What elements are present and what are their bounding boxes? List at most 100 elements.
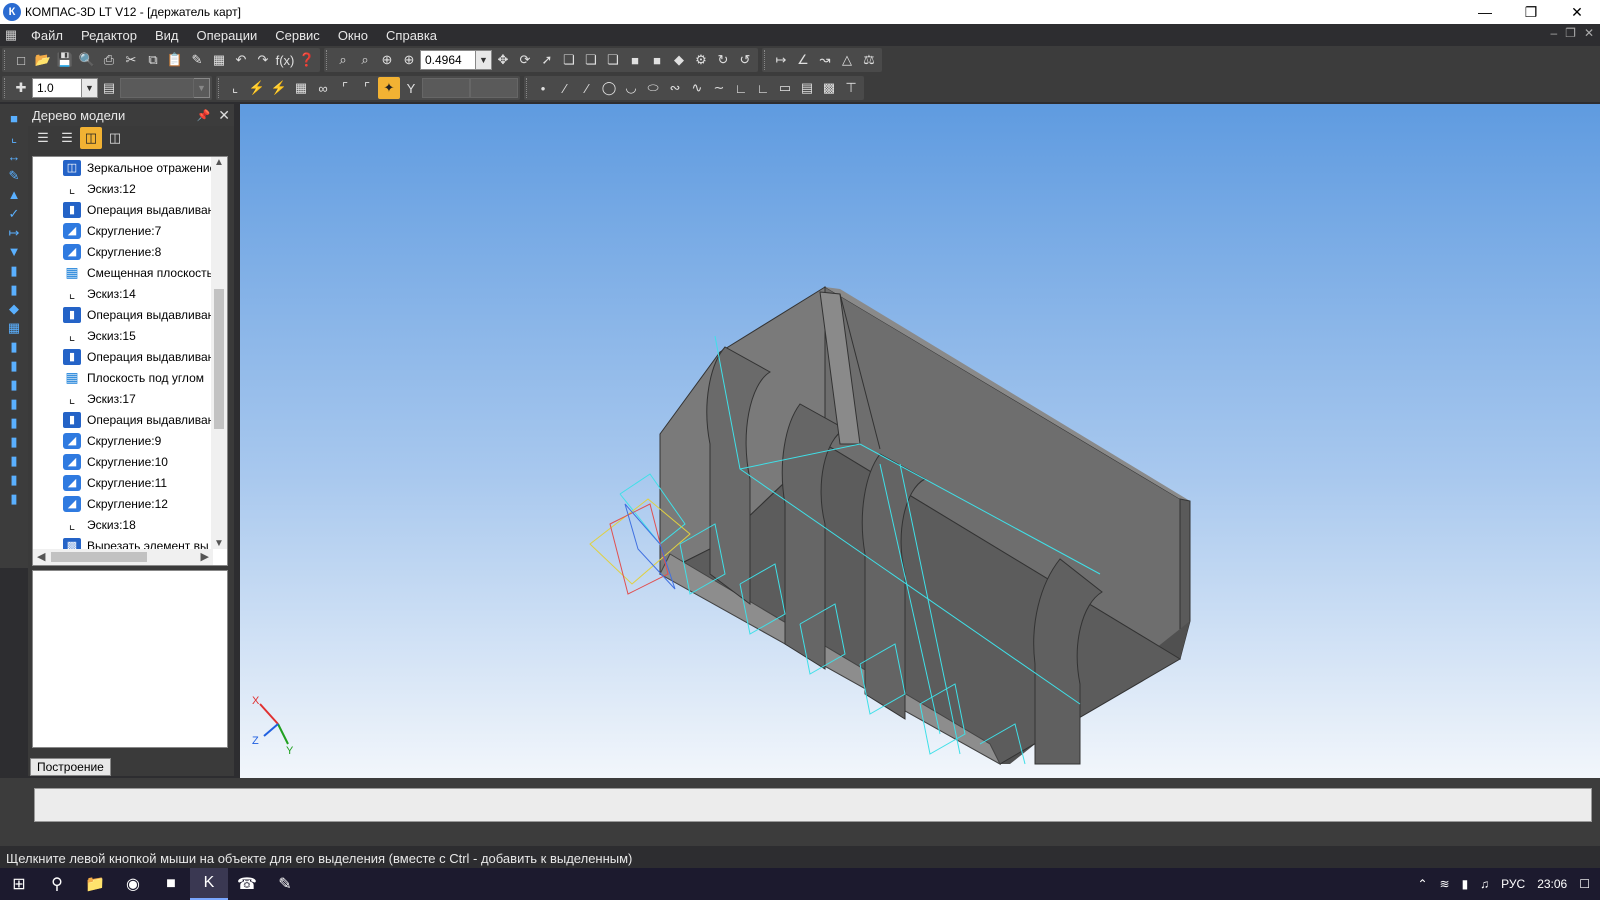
- media-app-icon[interactable]: ■: [152, 868, 190, 900]
- pin-icon[interactable]: 📌: [197, 109, 211, 122]
- reports-tools-icon[interactable]: ▮: [5, 414, 23, 432]
- length-icon[interactable]: ↝: [814, 49, 836, 71]
- diagnostics-tools-icon[interactable]: ▮: [5, 376, 23, 394]
- tree-item[interactable]: ◫ Зеркальное отражение: [33, 157, 213, 178]
- rectangle-icon[interactable]: ▭: [774, 77, 796, 99]
- zoom-in-icon[interactable]: ⊕: [376, 49, 398, 71]
- tree-item[interactable]: ⌞ Эскиз:17: [33, 388, 213, 409]
- tree-item[interactable]: ◢ Скругление:11: [33, 472, 213, 493]
- elements-tools-icon[interactable]: ▮: [5, 433, 23, 451]
- tree-mode-icon[interactable]: ◫: [80, 127, 102, 149]
- layer-dropdown[interactable]: ▼: [194, 78, 210, 98]
- tree-item[interactable]: ⌞ Эскиз:18: [33, 514, 213, 535]
- menu-window[interactable]: Окно: [329, 28, 377, 43]
- firefox-icon[interactable]: ◉: [114, 868, 152, 900]
- ortho-icon[interactable]: ∞: [312, 77, 334, 99]
- tree-item[interactable]: ▮ Операция выдавливания: [33, 304, 213, 325]
- viber-icon[interactable]: ☎: [228, 868, 266, 900]
- pan-icon[interactable]: ✥: [492, 49, 514, 71]
- tab-construction[interactable]: Построение: [30, 758, 111, 776]
- menu-file[interactable]: Файл: [22, 28, 72, 43]
- help-pointer-icon[interactable]: ❓: [296, 49, 318, 71]
- volume-icon[interactable]: ♫: [1480, 877, 1489, 891]
- cursor-step-icon[interactable]: ✚: [10, 77, 32, 99]
- spline-icon[interactable]: ∾: [664, 77, 686, 99]
- model-3d-view[interactable]: X Y Z: [240, 104, 1600, 778]
- tree-horizontal-scrollbar[interactable]: ◀ ▶: [33, 549, 213, 565]
- zoom-window-icon[interactable]: ⌕: [332, 49, 354, 71]
- close-button[interactable]: ✕: [1554, 0, 1600, 24]
- snap-global-icon[interactable]: ⚡: [268, 77, 290, 99]
- geometry-tools-icon[interactable]: ■: [5, 110, 23, 128]
- layer-field[interactable]: [120, 78, 194, 98]
- coordinates-icon[interactable]: Y: [400, 77, 422, 99]
- library-icon[interactable]: ▦: [208, 49, 230, 71]
- tree-item[interactable]: ⌞ Эскиз:15: [33, 325, 213, 346]
- variables-icon[interactable]: f(x): [274, 49, 296, 71]
- restore-button[interactable]: ❐: [1508, 0, 1554, 24]
- save-icon[interactable]: 💾: [54, 49, 76, 71]
- select-tools-icon[interactable]: ▼: [5, 243, 23, 261]
- sheet-metal-tools-icon[interactable]: ▮: [5, 357, 23, 375]
- area-icon[interactable]: △: [836, 49, 858, 71]
- y-coordinate-field[interactable]: [470, 78, 518, 98]
- x-coordinate-field[interactable]: [422, 78, 470, 98]
- model-viewport[interactable]: X Y Z: [240, 104, 1600, 778]
- chamfer-icon[interactable]: ∟: [730, 77, 752, 99]
- tree-item[interactable]: ⌞ Эскиз:14: [33, 283, 213, 304]
- extrude-tools-icon[interactable]: ▮: [5, 262, 23, 280]
- shell-tools-icon[interactable]: ▮: [5, 452, 23, 470]
- parametrize-tools-icon[interactable]: ✓: [5, 205, 23, 223]
- tree-item[interactable]: ◢ Скругление:12: [33, 493, 213, 514]
- menu-view[interactable]: Вид: [146, 28, 188, 43]
- shaded-edges-icon[interactable]: ■: [646, 49, 668, 71]
- doc-minimize-button[interactable]: –: [1550, 26, 1557, 40]
- nurbs-icon[interactable]: ∼: [708, 77, 730, 99]
- thin-hidden-icon[interactable]: ❏: [602, 49, 624, 71]
- spec-tools-icon[interactable]: ▮: [5, 395, 23, 413]
- arrays-tools-icon[interactable]: ▦: [5, 319, 23, 337]
- properties-icon[interactable]: ✎: [186, 49, 208, 71]
- layer-icon[interactable]: ▤: [98, 77, 120, 99]
- menu-operations[interactable]: Операции: [187, 28, 266, 43]
- contour-icon[interactable]: ▩: [818, 77, 840, 99]
- copy-icon[interactable]: ⧉: [142, 49, 164, 71]
- tree-item[interactable]: ▦ Плоскость под углом: [33, 367, 213, 388]
- redo-icon[interactable]: ↷: [252, 49, 274, 71]
- zoom-scale-icon[interactable]: ⊕: [398, 49, 420, 71]
- menu-help[interactable]: Справка: [377, 28, 446, 43]
- hatch-icon[interactable]: ▤: [796, 77, 818, 99]
- open-icon[interactable]: 📂: [32, 49, 54, 71]
- tray-chevron-icon[interactable]: ⌃: [1417, 877, 1427, 891]
- axis-icon[interactable]: ⌜: [334, 77, 356, 99]
- tree-item[interactable]: ▮ Операция выдавливания: [33, 199, 213, 220]
- filter-icon[interactable]: ⚙: [690, 49, 712, 71]
- rebuild-icon[interactable]: ↻: [712, 49, 734, 71]
- mass-icon[interactable]: ⚖: [858, 49, 880, 71]
- language-indicator[interactable]: РУС: [1501, 877, 1525, 891]
- search-icon[interactable]: ⚲: [38, 868, 76, 900]
- tree-item[interactable]: ◢ Скругление:10: [33, 451, 213, 472]
- tree-item[interactable]: ◢ Скругление:7: [33, 220, 213, 241]
- refresh-icon[interactable]: ↺: [734, 49, 756, 71]
- wifi-icon[interactable]: ≋: [1440, 877, 1450, 891]
- dimensions-tools-icon[interactable]: ↔: [5, 148, 23, 166]
- tree-sort-icon[interactable]: ☰: [32, 127, 54, 149]
- orientation-icon[interactable]: ➚: [536, 49, 558, 71]
- polyline-icon[interactable]: ∿: [686, 77, 708, 99]
- step-input[interactable]: 1.0: [32, 78, 82, 98]
- local-cs-icon[interactable]: ⌞: [224, 77, 246, 99]
- paste-icon[interactable]: 📋: [164, 49, 186, 71]
- undo-icon[interactable]: ↶: [230, 49, 252, 71]
- cut-icon[interactable]: ✂: [120, 49, 142, 71]
- hidden-lines-icon[interactable]: ❏: [580, 49, 602, 71]
- minimize-button[interactable]: —: [1462, 0, 1508, 24]
- document-system-icon[interactable]: ▦: [0, 27, 22, 43]
- wireframe-icon[interactable]: ❏: [558, 49, 580, 71]
- fillet-tool-icon[interactable]: ∟: [752, 77, 774, 99]
- pen-app-icon[interactable]: ✎: [266, 868, 304, 900]
- annotation-tools-icon[interactable]: ✎: [5, 167, 23, 185]
- notifications-icon[interactable]: ☐: [1579, 877, 1590, 891]
- segment-icon[interactable]: ⁄: [576, 77, 598, 99]
- kompas-app-icon[interactable]: K: [190, 868, 228, 900]
